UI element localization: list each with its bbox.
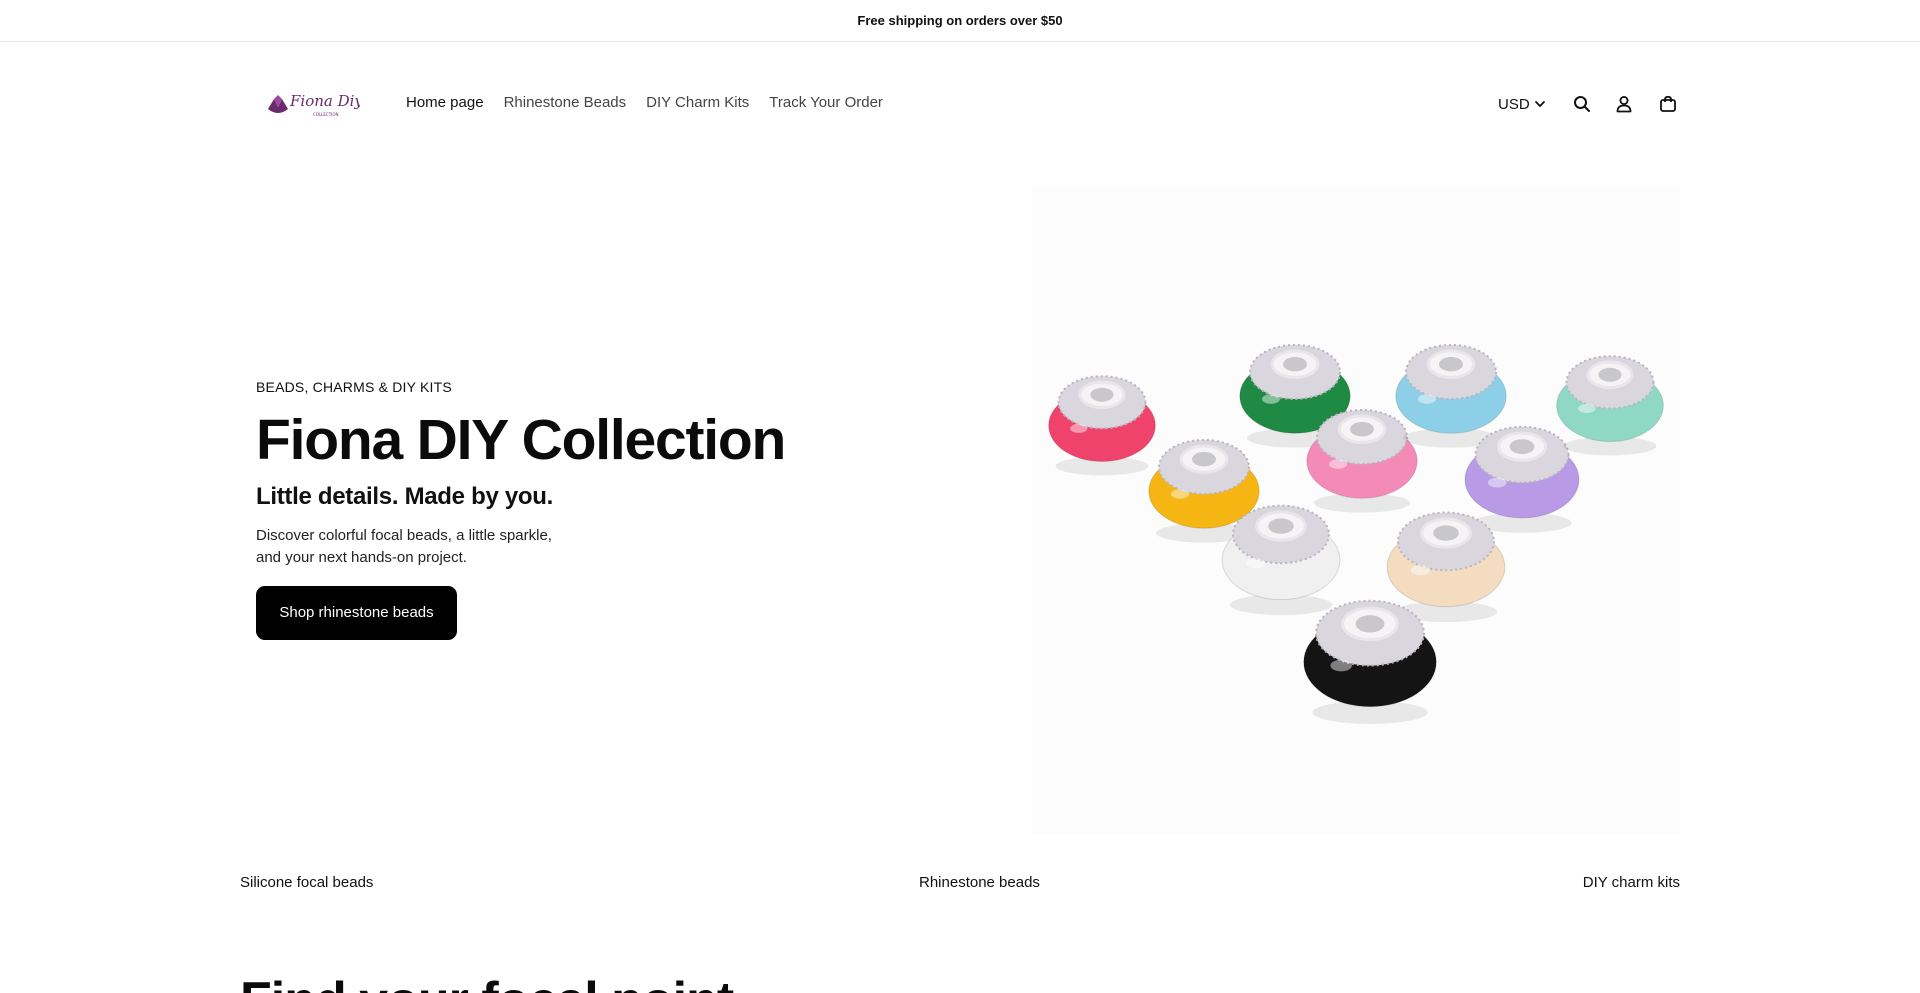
cart-icon — [1659, 95, 1676, 112]
hero-eyebrow: BEADS, CHARMS & DIY KITS — [256, 379, 452, 395]
rhinestone-beads-photo — [1048, 344, 1664, 724]
chevron-down-icon — [1534, 101, 1545, 107]
search-icon — [1573, 96, 1590, 112]
category-links: Silicone focal beads Rhinestone beads DI… — [240, 874, 1680, 896]
category-diy-charm-kits[interactable]: DIY charm kits — [1583, 874, 1680, 891]
cart-button[interactable] — [1654, 90, 1682, 118]
account-button[interactable] — [1610, 90, 1638, 118]
nav-track-order[interactable]: Track Your Order — [769, 94, 883, 111]
hero-subtitle: Little details. Made by you. — [256, 482, 553, 510]
category-rhinestone-beads[interactable]: Rhinestone beads — [919, 874, 1040, 891]
logo-text: Fiona Diy — [289, 92, 360, 110]
bead-graphic — [1303, 599, 1437, 724]
currency-selector[interactable]: USD — [1498, 90, 1546, 118]
hero-image — [1032, 186, 1680, 834]
announcement-text: Free shipping on orders over $50 — [857, 13, 1063, 28]
shop-rhinestone-beads-button[interactable]: Shop rhinestone beads — [256, 585, 457, 640]
nav-home[interactable]: Home page — [406, 94, 484, 111]
hero-content: BEADS, CHARMS & DIY KITS Fiona DIY Colle… — [256, 379, 816, 640]
currency-label: USD — [1498, 95, 1530, 113]
header-utilities: USD — [1498, 90, 1682, 118]
section-heading: Find your focal point — [240, 975, 734, 993]
nav-diy-charm-kits[interactable]: DIY Charm Kits — [646, 94, 749, 111]
bead-graphic — [1221, 504, 1341, 616]
logo-mark: Fiona Diy COLLECTION — [268, 92, 360, 117]
category-silicone-focal-beads[interactable]: Silicone focal beads — [240, 874, 373, 891]
account-icon — [1616, 96, 1632, 113]
announcement-bar: Free shipping on orders over $50 — [0, 0, 1920, 42]
site-header: Fiona Diy COLLECTION Home page Rhineston… — [0, 43, 1920, 163]
main-nav: Home page Rhinestone Beads DIY Charm Kit… — [406, 94, 883, 111]
hero-description: Discover colorful focal beads, a little … — [256, 526, 552, 566]
bead-graphic — [1386, 511, 1506, 623]
logo-subtext: COLLECTION — [313, 112, 338, 117]
bead-graphic — [1048, 375, 1156, 476]
bead-graphic — [1306, 409, 1418, 513]
bead-graphic — [1395, 344, 1507, 448]
search-button[interactable] — [1568, 90, 1596, 118]
hero-title: Fiona DIY Collection — [256, 408, 786, 472]
nav-rhinestone-beads[interactable]: Rhinestone Beads — [504, 94, 627, 111]
bead-graphic — [1464, 425, 1580, 533]
bead-graphic — [1556, 355, 1664, 456]
logo[interactable]: Fiona Diy COLLECTION — [266, 87, 360, 121]
